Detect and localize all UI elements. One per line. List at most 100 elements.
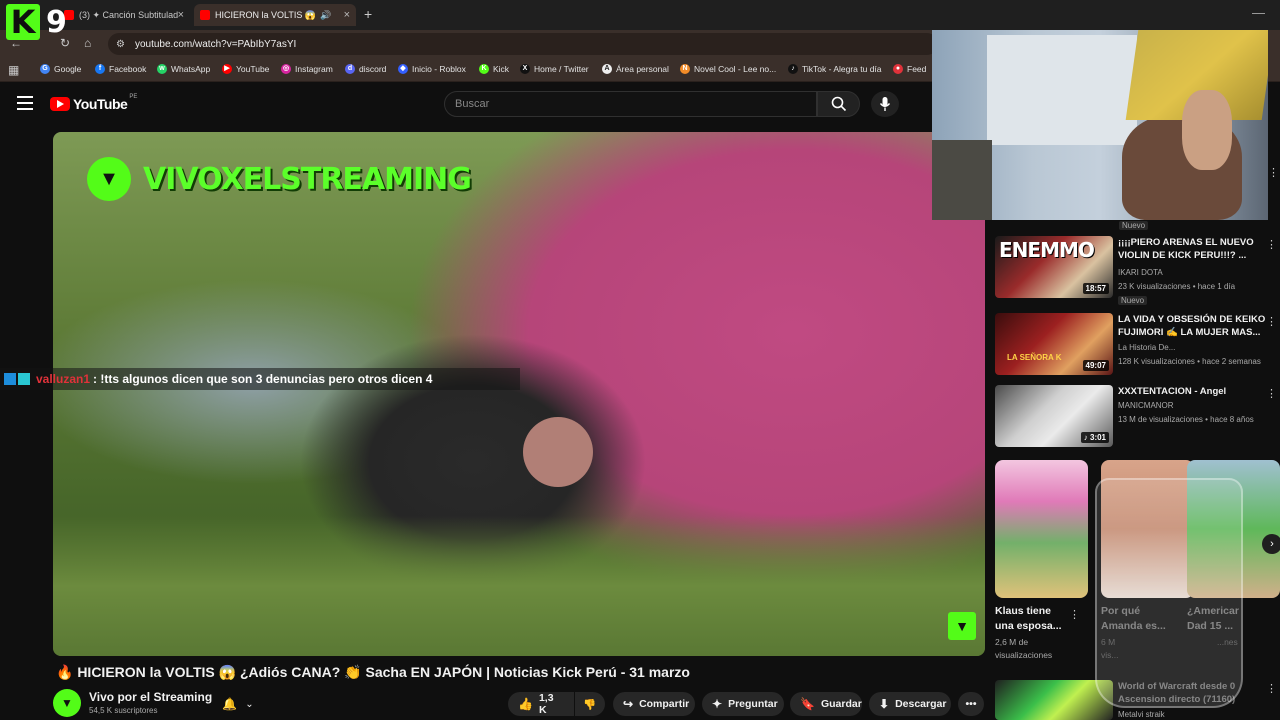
short-title[interactable]: Klaus tiene una esposa... bbox=[995, 604, 1062, 634]
voice-search-button[interactable] bbox=[871, 91, 899, 117]
video-title: 🔥 HICIERON la VOLTIS 😱 ¿Adiós CANA? 👏 Sa… bbox=[56, 664, 690, 680]
subscriber-count: 54,5 K suscriptores bbox=[89, 706, 158, 715]
browser-tab-strip: (3) ✦ Canción Subtitulada c × HICIERON l… bbox=[0, 0, 1280, 30]
ask-button[interactable]: ✦ Preguntar bbox=[702, 692, 784, 716]
bookmark-youtube[interactable]: ▶ YouTube bbox=[222, 64, 269, 74]
close-icon[interactable]: × bbox=[344, 9, 350, 21]
list-item[interactable]: ♪ 3:01 XXXTENTACION - Angel MANICMANOR 1… bbox=[995, 385, 1277, 447]
short-views-line: visualizaciones bbox=[995, 650, 1053, 660]
video-player[interactable]: ▼ VIVOXELSTREAMING ▼ bbox=[53, 132, 985, 656]
recommendation-title[interactable]: XXXTENTACION - Angel bbox=[1118, 385, 1266, 398]
duration-badge: 49:07 bbox=[1082, 360, 1109, 371]
new-tab-button[interactable]: + bbox=[364, 6, 372, 22]
recommendation-title[interactable]: ¡¡¡¡PIERO ARENAS EL NUEVO VIOLIN DE KICK… bbox=[1118, 236, 1266, 262]
tab-hicieron-la-voltis[interactable]: HICIERON la VOLTIS 😱 🔊 × bbox=[194, 4, 356, 26]
avatar[interactable]: ▼ bbox=[53, 689, 81, 717]
webcam-wall-drawings bbox=[987, 35, 1137, 145]
video-thumbnail[interactable]: LA SEÑORA K 49:07 bbox=[995, 313, 1113, 375]
bookmark-favicon-icon: d bbox=[345, 64, 355, 74]
search-button[interactable] bbox=[817, 91, 860, 117]
list-item[interactable]: LA SEÑORA K 49:07 LA VIDA Y OBSESIÓN DE … bbox=[995, 313, 1277, 375]
bookmark-whatsapp[interactable]: w WhatsApp bbox=[157, 64, 210, 74]
bookmark-label: Novel Cool - Lee no... bbox=[694, 64, 777, 74]
search-box bbox=[444, 91, 817, 117]
bookmark-label: TikTok - Alegra tu día bbox=[802, 64, 882, 74]
more-actions-button[interactable]: ••• bbox=[958, 692, 984, 716]
dislike-button[interactable]: 👎 bbox=[575, 692, 605, 716]
video-watermark: ▼ VIVOXELSTREAMING bbox=[87, 157, 472, 201]
url-text: youtube.com/watch?v=PAbIbY7asYI bbox=[134, 38, 297, 50]
bookmark-google[interactable]: G Google bbox=[40, 64, 81, 74]
bookmark-label: Home / Twitter bbox=[534, 64, 589, 74]
bookmark-kick[interactable]: K Kick bbox=[479, 64, 509, 74]
chat-username: valluzan1 bbox=[36, 372, 91, 386]
bookmark-tiktok-alegra-tu-d-a[interactable]: ♪ TikTok - Alegra tu día bbox=[788, 64, 882, 74]
recommendation-channel[interactable]: Metalvi straik bbox=[1118, 710, 1165, 719]
save-button[interactable]: 🔖 Guardar bbox=[790, 692, 862, 716]
recommendation-channel[interactable]: IKARI DOTA bbox=[1118, 268, 1163, 277]
bookmark-novel-cool-lee-no[interactable]: N Novel Cool - Lee no... bbox=[680, 64, 776, 74]
channel-name[interactable]: Vivo por el Streaming bbox=[89, 690, 212, 704]
watermark-logo-icon: ▼ bbox=[87, 157, 131, 201]
bookmark-favicon-icon: ♪ bbox=[788, 64, 798, 74]
close-icon[interactable]: × bbox=[178, 9, 184, 21]
video-thumbnail[interactable]: ♪ 3:01 bbox=[995, 385, 1113, 447]
tab-title: HICIERON la VOLTIS 😱 bbox=[215, 9, 317, 20]
new-badge: Nuevo bbox=[1119, 221, 1149, 230]
recommendation-title[interactable]: LA VIDA Y OBSESIÓN DE KEIKO FUJIMORI ✍️ … bbox=[1118, 313, 1266, 339]
short-thumbnail[interactable] bbox=[995, 460, 1088, 598]
bookmark-discord[interactable]: d discord bbox=[345, 64, 386, 74]
more-vert-icon[interactable]: ⋮ bbox=[1266, 387, 1277, 400]
home-icon[interactable]: ⌂ bbox=[84, 36, 91, 50]
more-vert-icon[interactable]: ⋮ bbox=[1069, 608, 1080, 621]
bookmark-favicon-icon: f bbox=[95, 64, 105, 74]
bookmark-label: WhatsApp bbox=[171, 64, 211, 74]
bookmark-feed[interactable]: ● Feed bbox=[893, 64, 926, 74]
short-title-line: Klaus tiene bbox=[995, 605, 1052, 617]
video-thumbnail[interactable]: ENEMMO 18:57 bbox=[995, 236, 1113, 298]
bookmark-favicon-icon: ▶ bbox=[222, 64, 232, 74]
download-button[interactable]: ⬇ Descargar bbox=[869, 692, 951, 716]
like-button[interactable]: 👍 1,3 K bbox=[508, 692, 574, 716]
notification-bell-button[interactable]: 🔔 ⌄ bbox=[214, 692, 262, 716]
short-views-line: 2,6 M de bbox=[995, 637, 1029, 647]
shorts-next-button[interactable]: › bbox=[1262, 534, 1280, 554]
chevron-down-icon: ⌄ bbox=[245, 698, 254, 710]
youtube-header: YouTube PE bbox=[0, 83, 935, 125]
site-info-icon[interactable]: ⚙ bbox=[116, 39, 125, 50]
k9-logo-number: 9 bbox=[46, 4, 67, 40]
recommendation-meta: 13 M de visualizaciones • hace 8 años bbox=[1118, 415, 1254, 424]
channel-branding-icon[interactable]: ▼ bbox=[948, 612, 976, 640]
bookmark-label: Facebook bbox=[109, 64, 147, 74]
bookmark-instagram[interactable]: ◎ Instagram bbox=[281, 64, 333, 74]
bookmark-facebook[interactable]: f Facebook bbox=[95, 64, 146, 74]
bookmark-inicio-roblox[interactable]: ◆ Inicio - Roblox bbox=[398, 64, 466, 74]
more-vert-icon[interactable]: ⋮ bbox=[1268, 166, 1279, 179]
bookmark--rea-personal[interactable]: A Área personal bbox=[602, 64, 669, 74]
more-vert-icon[interactable]: ⋮ bbox=[1266, 315, 1277, 328]
apps-grid-icon[interactable]: ▦ bbox=[8, 63, 19, 77]
bookmark-favicon-icon: K bbox=[479, 64, 489, 74]
youtube-play-icon bbox=[50, 97, 70, 111]
bookmark-favicon-icon: ◎ bbox=[281, 64, 291, 74]
bookmark-label: Kick bbox=[493, 64, 510, 74]
youtube-favicon-icon bbox=[200, 10, 210, 20]
minimize-window-button[interactable]: — bbox=[1252, 5, 1265, 20]
recommendation-channel[interactable]: MANICMANOR bbox=[1118, 401, 1174, 410]
bookmark-favicon-icon: ● bbox=[893, 64, 903, 74]
bookmark-home-twitter[interactable]: X Home / Twitter bbox=[520, 64, 589, 74]
youtube-logo[interactable]: YouTube PE bbox=[50, 94, 137, 112]
more-vert-icon[interactable]: ⋮ bbox=[1266, 238, 1277, 251]
thumbs-down-icon: 👎 bbox=[583, 698, 597, 711]
more-vert-icon[interactable]: ⋮ bbox=[1266, 682, 1277, 695]
url-field[interactable]: ⚙ youtube.com/watch?v=PAbIbY7asYI bbox=[108, 33, 938, 55]
recommendation-channel[interactable]: La Historia De... bbox=[1118, 343, 1175, 352]
speaker-icon[interactable]: 🔊 bbox=[320, 10, 331, 21]
chat-message: : !tts algunos dicen que son 3 denuncias… bbox=[93, 372, 433, 386]
menu-icon[interactable] bbox=[17, 96, 33, 110]
k9-logo-letter: K bbox=[6, 4, 40, 40]
share-button[interactable]: ↪ Compartir bbox=[613, 692, 695, 716]
search-input[interactable] bbox=[445, 92, 816, 116]
recommendation-meta: 23 K visualizaciones • hace 1 día bbox=[1118, 282, 1236, 291]
list-item[interactable]: ENEMMO 18:57 ¡¡¡¡PIERO ARENAS EL NUEVO V… bbox=[995, 236, 1277, 305]
